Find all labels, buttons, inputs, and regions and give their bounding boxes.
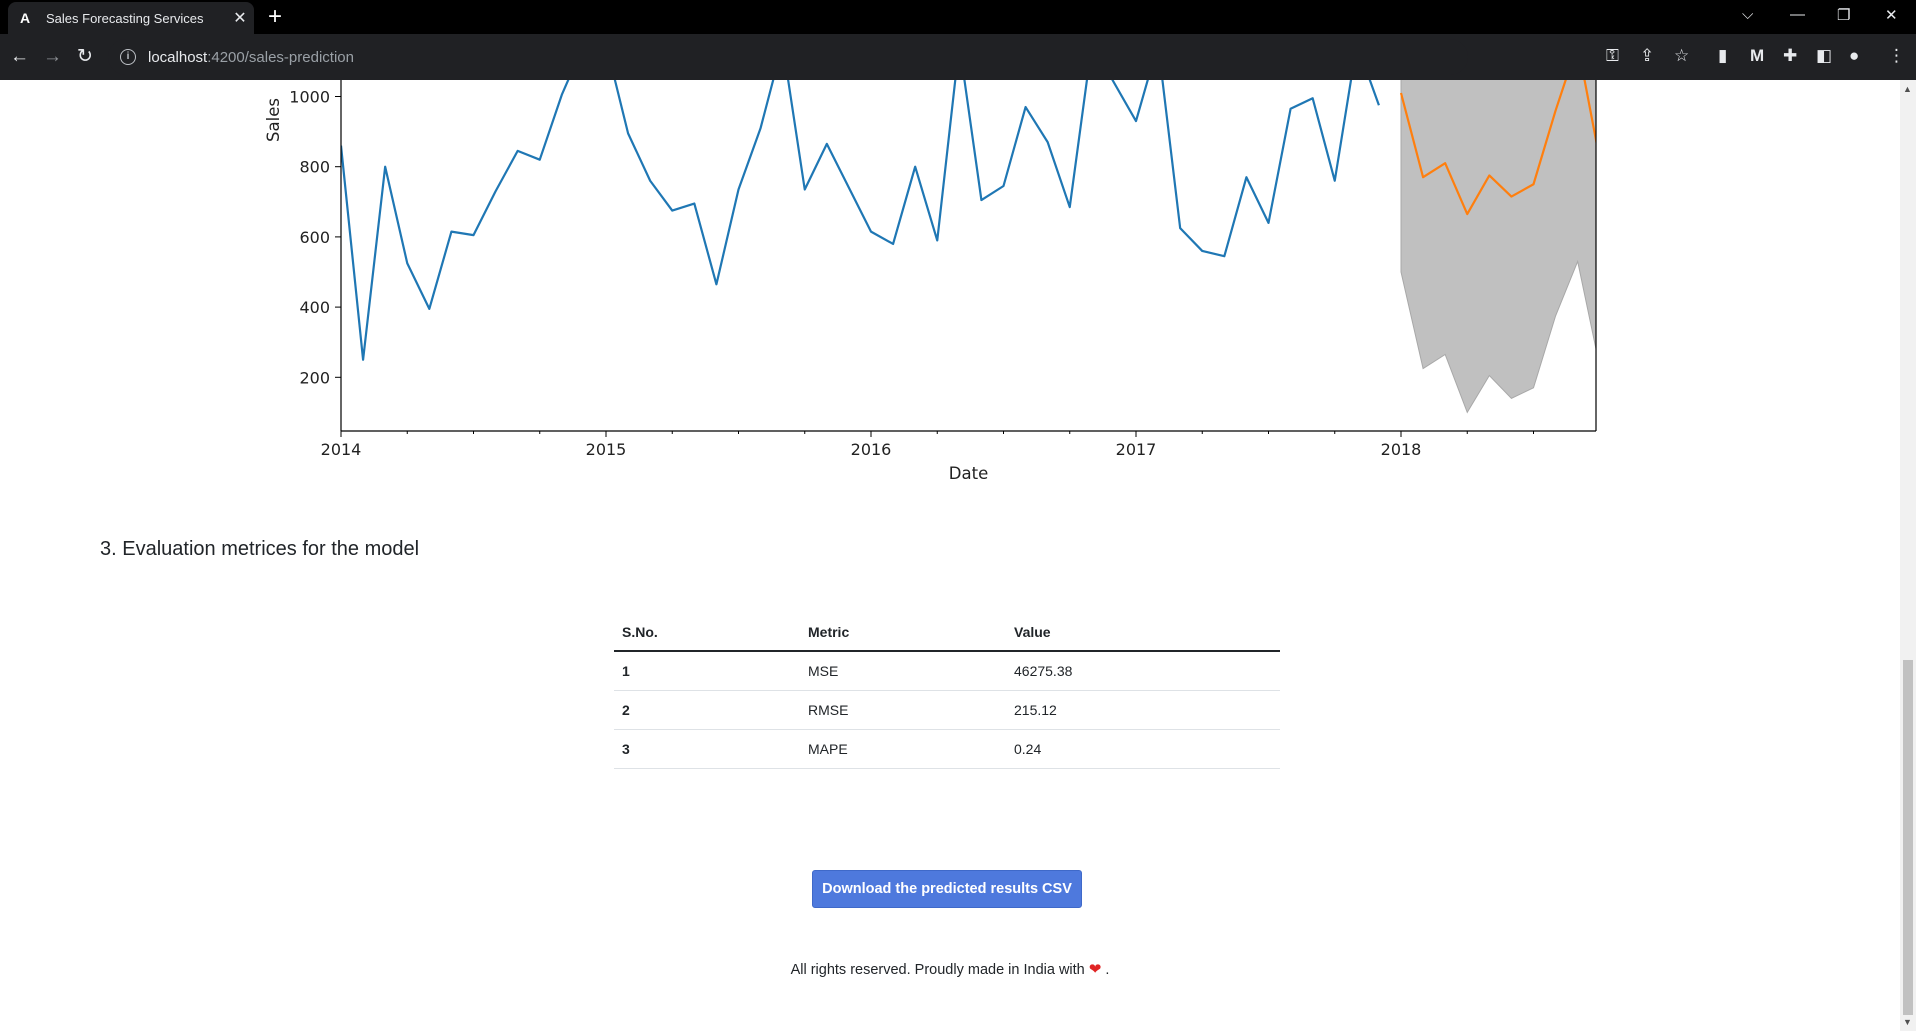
sales-forecast-chart: 200 400 600 800 1000 2014 2015 2016 2017 2018 Date… <box>264 80 1597 483</box>
x-tick-label: 2016 <box>851 440 892 459</box>
x-tick-label: 2017 <box>1116 440 1157 459</box>
y-tick-label: 400 <box>299 298 330 317</box>
key-icon[interactable]: ⚿ <box>1606 47 1619 65</box>
restore-icon[interactable]: ❐ <box>1837 6 1850 24</box>
window-close-icon[interactable]: ✕ <box>1885 6 1898 24</box>
table-row: 3 MAPE 0.24 <box>614 729 1280 769</box>
section-title: 3. Evaluation metrices for the model <box>100 538 420 560</box>
header-metric: Metric <box>800 612 1006 652</box>
plot-area <box>341 80 1596 414</box>
tab-close-icon[interactable]: ✕ <box>226 8 254 28</box>
actual-sales-line <box>341 80 1380 361</box>
footer-end: . <box>1105 962 1110 978</box>
tab-title: Sales Forecasting Services <box>46 10 204 26</box>
cell-value: 215.12 <box>1006 690 1280 730</box>
table-header-row: S.No. Metric Value <box>614 612 1280 652</box>
scrollbar-thumb[interactable] <box>1903 660 1913 1015</box>
browser-tab[interactable]: A Sales Forecasting Services ✕ <box>8 2 254 34</box>
star-icon[interactable]: ☆ <box>1674 47 1689 65</box>
table-row: 1 MSE 46275.38 <box>614 651 1280 691</box>
table-row: 2 RMSE 215.12 <box>614 690 1280 730</box>
share-icon[interactable]: ⇪ <box>1640 47 1654 65</box>
cell-value: 0.24 <box>1006 729 1280 769</box>
footer: All rights reserved. Proudly made in Ind… <box>0 960 1900 978</box>
confidence-band <box>1400 80 1596 414</box>
metrics-table: S.No. Metric Value 1 MSE 46275.38 2 RMSE… <box>614 612 1280 769</box>
x-tick-label: 2018 <box>1381 440 1422 459</box>
browser-toolbar: ← → ↻ i localhost:4200/sales-prediction … <box>0 34 1916 80</box>
x-tick-label: 2015 <box>586 440 627 459</box>
cell-sno: 2 <box>614 690 800 730</box>
m-extension-icon[interactable]: M <box>1750 47 1764 65</box>
url-host: localhost <box>148 48 208 66</box>
cell-value: 46275.38 <box>1006 651 1280 691</box>
browser-tab-bar: A Sales Forecasting Services ✕ + ⌵ — ❐ ✕ <box>0 0 1916 34</box>
y-tick-label: 1000 <box>289 88 330 107</box>
cell-metric: MSE <box>800 651 1006 691</box>
y-tick-label: 600 <box>299 228 330 247</box>
cell-sno: 1 <box>614 651 800 691</box>
url-path: :4200/sales-prediction <box>207 48 354 66</box>
forward-icon[interactable]: → <box>43 47 62 66</box>
extension-icon[interactable]: ▮ <box>1718 47 1727 65</box>
cell-metric: MAPE <box>800 729 1006 769</box>
angular-favicon-icon: A <box>20 10 31 26</box>
side-panel-icon[interactable]: ◧ <box>1816 47 1832 65</box>
url-text: localhost:4200/sales-prediction <box>148 49 354 66</box>
x-axis-label: Date <box>949 464 988 483</box>
x-tick-label: 2014 <box>321 440 362 459</box>
address-bar[interactable]: i localhost:4200/sales-prediction <box>108 39 1468 75</box>
page-content: 200 400 600 800 1000 2014 2015 2016 2017 2018 Date… <box>0 80 1900 1031</box>
site-info-icon[interactable]: i <box>120 49 136 65</box>
y-axis-label: Sales <box>264 98 283 142</box>
cell-sno: 3 <box>614 729 800 769</box>
y-tick-label: 800 <box>299 158 330 177</box>
back-icon[interactable]: ← <box>10 47 29 66</box>
avatar[interactable]: ● <box>1849 47 1859 65</box>
header-sno: S.No. <box>614 612 800 652</box>
heart-icon: ❤ <box>1088 961 1102 978</box>
footer-text: All rights reserved. Proudly made in Ind… <box>790 962 1085 978</box>
reload-icon[interactable]: ↻ <box>77 47 93 66</box>
new-tab-icon[interactable]: + <box>268 5 282 29</box>
tab-search-chevron-icon[interactable]: ⌵ <box>1742 6 1753 23</box>
y-tick-label: 200 <box>299 368 330 387</box>
cell-metric: RMSE <box>800 690 1006 730</box>
menu-icon[interactable]: ⋮ <box>1888 47 1905 65</box>
download-csv-button[interactable]: Download the predicted results CSV <box>812 870 1082 908</box>
page-scrollbar[interactable]: ▲ ▼ <box>1900 80 1916 1031</box>
scroll-down-icon[interactable]: ▼ <box>1903 1017 1912 1027</box>
minimize-icon[interactable]: — <box>1790 6 1805 23</box>
scroll-up-icon[interactable]: ▲ <box>1903 84 1912 94</box>
header-value: Value <box>1006 612 1280 652</box>
puzzle-icon[interactable]: ✚ <box>1783 47 1797 65</box>
